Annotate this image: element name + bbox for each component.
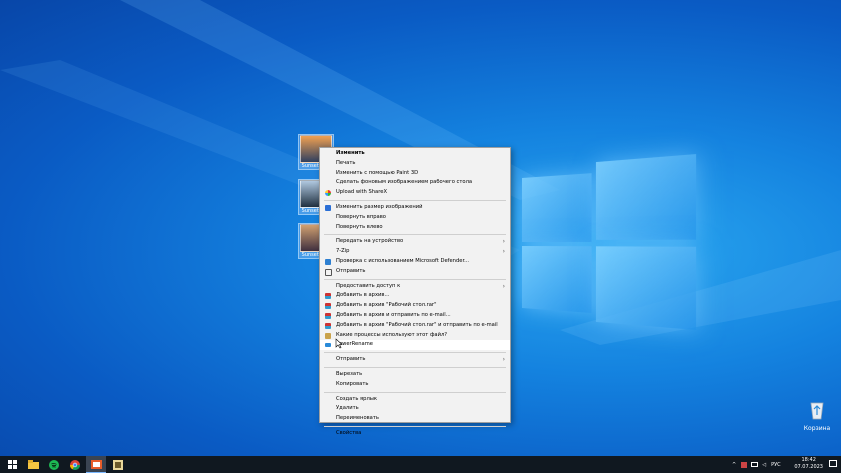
- menu-item-cast-to-device[interactable]: Передать на устройство ›: [320, 237, 510, 247]
- context-menu: Изменить Печать Изменить с помощью Paint…: [319, 147, 511, 436]
- menu-item-add-to-rar[interactable]: Добавить в архив "Рабочий стол.rar": [320, 301, 510, 311]
- notifications-icon[interactable]: [829, 460, 837, 467]
- menu-item-what-processes[interactable]: Какие процессы используют этот файл?: [320, 331, 510, 341]
- language-indicator[interactable]: РУС: [771, 462, 781, 468]
- menu-separator: [324, 278, 506, 280]
- menu-item-give-access[interactable]: Предоставить доступ к ›: [320, 282, 510, 292]
- powerrename-icon: [325, 343, 331, 348]
- taskbar-mail-app[interactable]: [86, 456, 106, 473]
- menu-item-defender-scan[interactable]: Проверка с использованием Microsoft Defe…: [320, 257, 510, 267]
- clock-date: 07.07.2023: [794, 464, 823, 470]
- winrar-icon: [325, 322, 331, 329]
- menu-item-sharex-upload[interactable]: Upload with ShareX: [320, 188, 510, 198]
- taskbar-notes-app[interactable]: [108, 456, 128, 473]
- menu-separator: [324, 425, 506, 427]
- share-icon: [325, 268, 332, 276]
- menu-item-7zip[interactable]: 7-Zip ›: [320, 247, 510, 257]
- menu-separator: [324, 366, 506, 368]
- winrar-icon: [325, 312, 331, 319]
- menu-item-edit-paint3d[interactable]: Изменить с помощью Paint 3D: [320, 169, 510, 179]
- windows-logo-graphic: [522, 154, 697, 330]
- taskbar: ^ ◁ РУС 18:42 07.07.2023: [0, 456, 841, 473]
- recycle-bin[interactable]: Корзина: [803, 400, 831, 432]
- taskbar-chrome[interactable]: [65, 456, 85, 473]
- recycle-bin-icon: [810, 402, 824, 420]
- menu-item-resize-images[interactable]: Изменить размер изображений: [320, 203, 510, 213]
- menu-item-delete[interactable]: Удалить: [320, 404, 510, 414]
- menu-item-copy[interactable]: Копировать: [320, 380, 510, 390]
- chevron-right-icon: ›: [502, 356, 505, 364]
- defender-shield-icon: [325, 258, 331, 265]
- clock-time: 18:42: [801, 457, 816, 463]
- mouse-cursor-icon: [335, 338, 343, 349]
- chevron-up-icon[interactable]: ^: [732, 462, 736, 468]
- windows-start-icon: [7, 460, 17, 469]
- menu-separator: [324, 199, 506, 201]
- network-icon[interactable]: [751, 462, 759, 467]
- app-window-icon: [90, 459, 102, 469]
- menu-item-send-to[interactable]: Отправить ›: [320, 355, 510, 365]
- chrome-icon: [70, 459, 80, 470]
- chevron-right-icon: ›: [502, 282, 505, 290]
- winrar-icon: [325, 303, 331, 310]
- system-tray: ^ ◁ РУС: [732, 456, 781, 473]
- menu-item-rename[interactable]: Переименовать: [320, 414, 510, 424]
- menu-item-rotate-left[interactable]: Повернуть влево: [320, 223, 510, 233]
- tray-app-icon[interactable]: [741, 461, 748, 468]
- image-resizer-icon: [325, 204, 331, 211]
- menu-item-powerrename[interactable]: PowerRename: [320, 340, 510, 351]
- menu-separator: [324, 352, 506, 354]
- start-button[interactable]: [2, 456, 22, 473]
- taskbar-file-explorer[interactable]: [23, 456, 43, 473]
- lock-icon: [325, 332, 331, 339]
- menu-item-create-shortcut[interactable]: Создать ярлык: [320, 395, 510, 405]
- menu-item-set-wallpaper[interactable]: Сделать фоновым изображением рабочего ст…: [320, 178, 510, 188]
- menu-item-print[interactable]: Печать: [320, 159, 510, 169]
- menu-item-properties[interactable]: Свойства: [320, 429, 510, 439]
- menu-item-archive-and-email[interactable]: Добавить в архив и отправить по e-mail..…: [320, 311, 510, 321]
- clock[interactable]: 18:42 07.07.2023: [794, 457, 823, 471]
- menu-separator: [324, 391, 506, 393]
- sharex-icon: [325, 190, 331, 197]
- volume-icon[interactable]: ◁: [762, 462, 766, 468]
- menu-item-rotate-right[interactable]: Повернуть вправо: [320, 213, 510, 223]
- menu-item-edit[interactable]: Изменить: [320, 149, 510, 159]
- menu-item-cut[interactable]: Вырезать: [320, 370, 510, 380]
- chevron-right-icon: ›: [502, 238, 505, 246]
- menu-item-rar-and-email[interactable]: Добавить в архив "Рабочий стол.rar" и от…: [320, 321, 510, 331]
- menu-separator: [324, 234, 506, 236]
- folder-icon: [27, 460, 39, 469]
- recycle-bin-label: Корзина: [803, 425, 831, 432]
- menu-item-add-to-archive[interactable]: Добавить в архив...: [320, 291, 510, 301]
- notes-app-icon: [113, 459, 123, 470]
- taskbar-spotify[interactable]: [44, 456, 64, 473]
- winrar-icon: [325, 293, 331, 300]
- spotify-icon: [49, 459, 59, 470]
- menu-item-share[interactable]: Отправить: [320, 267, 510, 277]
- chevron-right-icon: ›: [502, 248, 505, 256]
